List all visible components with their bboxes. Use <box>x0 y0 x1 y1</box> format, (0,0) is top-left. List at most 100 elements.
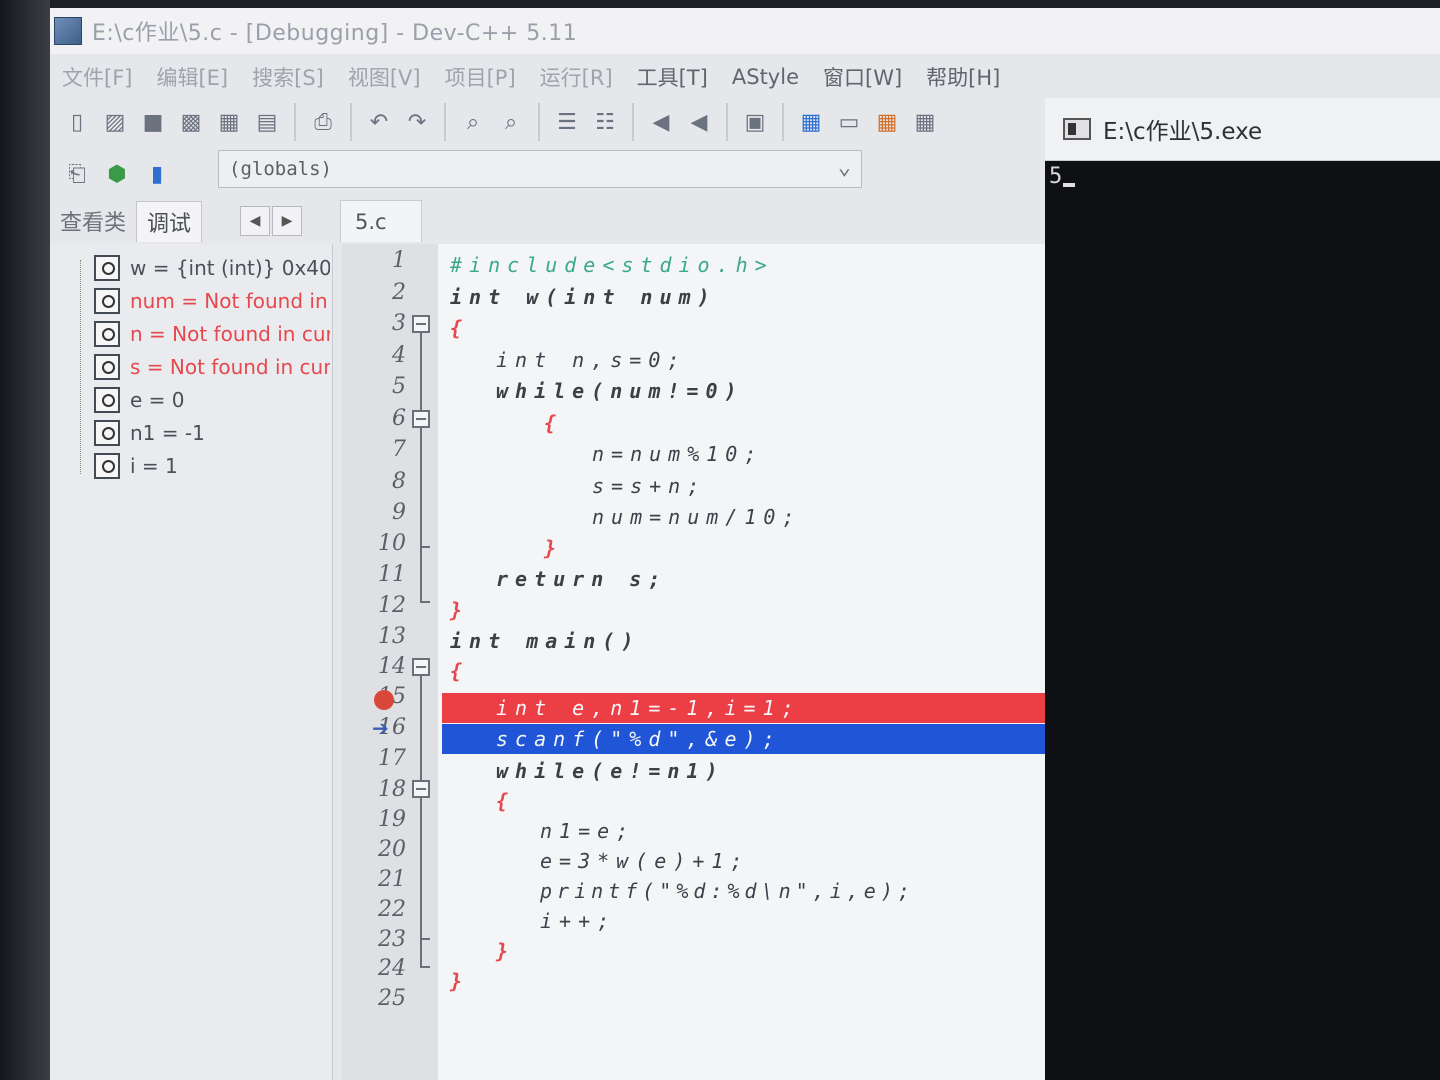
line-number: 20 <box>378 837 406 862</box>
console-app-icon <box>1063 118 1091 140</box>
indent-icon[interactable]: ☰ <box>550 105 584 139</box>
line-number: 13 <box>378 624 406 649</box>
text-cursor <box>1063 183 1076 187</box>
fold-toggle-icon[interactable] <box>412 658 430 676</box>
watch-variable-icon <box>94 255 120 281</box>
back-icon[interactable]: ◀ <box>644 105 678 139</box>
line-number: 3 <box>392 311 406 336</box>
code-line: int n,s=0; <box>496 348 687 372</box>
compile-icon[interactable]: ▦ <box>794 105 828 139</box>
watch-item[interactable]: e = 0 <box>94 384 330 416</box>
scope-dropdown[interactable]: (globals) ⌄ <box>218 150 862 188</box>
new-project-icon[interactable]: ⎗ <box>60 157 94 191</box>
line-number: 5 <box>392 374 406 399</box>
insert-icon[interactable]: ⬢ <box>100 157 134 191</box>
menu-view[interactable]: 视图[V] <box>336 62 433 92</box>
tab-debug[interactable]: 调试 <box>136 200 203 242</box>
scope-value: (globals) <box>229 158 332 180</box>
menu-search[interactable]: 搜索[S] <box>240 62 336 92</box>
code-line: while(e!=n1) <box>496 759 725 783</box>
chevron-left-icon[interactable]: ◀ <box>240 206 271 236</box>
code-line: while(num!=0) <box>496 379 744 403</box>
tab-scroll-arrows: ◀ ▶ <box>240 206 303 236</box>
toggle-icon[interactable]: ▮ <box>140 157 174 191</box>
line-number: 19 <box>378 807 406 832</box>
open-file-icon[interactable]: ▨ <box>98 105 132 139</box>
menu-tools[interactable]: 工具[T] <box>625 62 720 92</box>
menu-help[interactable]: 帮助[H] <box>914 62 1012 92</box>
toolbar-separator <box>350 103 352 141</box>
redo-icon[interactable]: ↷ <box>400 105 434 139</box>
code-line: n1=e; <box>540 819 636 843</box>
watch-item[interactable]: n1 = -1 <box>94 417 330 449</box>
toolbar-separator <box>632 103 634 141</box>
menu-file[interactable]: 文件[F] <box>50 62 144 92</box>
fold-toggle-icon[interactable] <box>412 780 430 798</box>
watch-item[interactable]: i = 1 <box>94 450 330 482</box>
watch-item[interactable]: w = {int (int)} 0x4015 <box>94 252 330 284</box>
fold-guide <box>420 676 422 966</box>
line-number: 6 <box>392 406 406 431</box>
fold-toggle-icon[interactable] <box>412 315 430 333</box>
code-line: { <box>496 789 516 813</box>
close-all-icon[interactable]: ▤ <box>250 105 284 139</box>
watch-variable-icon <box>94 288 120 314</box>
menu-run[interactable]: 运行[R] <box>528 62 625 92</box>
toolbar-separator <box>444 103 446 141</box>
code-line: printf("%d:%d\n",i,e); <box>540 879 915 903</box>
compile-run-icon[interactable]: ▦ <box>870 105 904 139</box>
line-number: 10 <box>378 531 406 556</box>
watch-item[interactable]: num = Not found in cur <box>94 285 330 317</box>
tab-classes[interactable]: 查看类 <box>50 201 136 241</box>
code-line: num=num/10; <box>592 505 802 529</box>
breakpoint-icon[interactable] <box>374 690 394 710</box>
menu-project[interactable]: 项目[P] <box>433 62 528 92</box>
editor-tab-bar: 5.c <box>338 200 1098 242</box>
watch-variable-icon <box>94 453 120 479</box>
window-title: E:\c作业\5.c - [Debugging] - Dev-C++ 5.11 <box>92 21 578 46</box>
file-tab[interactable]: 5.c <box>340 200 422 242</box>
watch-variable-icon <box>94 420 120 446</box>
line-number: 18 <box>378 777 406 802</box>
close-file-icon[interactable]: ▦ <box>212 105 246 139</box>
code-line: int main() <box>450 629 641 653</box>
line-number: 22 <box>378 897 406 922</box>
replace-icon[interactable]: ⌕ <box>494 105 528 139</box>
find-icon[interactable]: ⌕ <box>456 105 490 139</box>
watch-item[interactable]: n = Not found in cur <box>94 318 330 350</box>
console-window[interactable]: E:\c作业\5.exe 5 <box>1045 98 1440 1080</box>
code-line: e=3*w(e)+1; <box>540 849 750 873</box>
monitor-bezel-left <box>0 0 50 1080</box>
main-toolbar: ▯ ▨ ■ ▩ ▦ ▤ ⎙ ↶ ↷ ⌕ ⌕ ☰ ☷ ◀ ◀ ▣ ▦ ▭ ▦ ▦ <box>60 96 1100 148</box>
watch-item[interactable]: s = Not found in curr <box>94 351 330 383</box>
menu-bar: 文件[F] 编辑[E] 搜索[S] 视图[V] 项目[P] 运行[R] 工具[T… <box>50 56 1440 98</box>
toolbar-separator <box>782 103 784 141</box>
code-line: { <box>450 316 470 340</box>
code-line: } <box>496 939 516 963</box>
code-line: s=s+n; <box>592 474 707 498</box>
code-line: { <box>450 659 470 683</box>
forward-icon[interactable]: ◀ <box>682 105 716 139</box>
watch-text: num = Not found in cur <box>130 289 330 313</box>
bookmark-icon[interactable]: ▣ <box>738 105 772 139</box>
chevron-down-icon[interactable]: ⌄ <box>838 155 851 180</box>
app-icon <box>54 17 82 45</box>
chevron-right-icon[interactable]: ▶ <box>272 206 303 236</box>
unindent-icon[interactable]: ☷ <box>588 105 622 139</box>
undo-icon[interactable]: ↶ <box>362 105 396 139</box>
fold-guide <box>420 938 430 940</box>
line-number: 8 <box>392 469 406 494</box>
save-icon[interactable]: ■ <box>136 105 170 139</box>
menu-astyle[interactable]: AStyle <box>720 65 811 89</box>
save-all-icon[interactable]: ▩ <box>174 105 208 139</box>
code-line: n=num%10; <box>592 442 764 466</box>
toolbar-separator <box>726 103 728 141</box>
rebuild-icon[interactable]: ▦ <box>908 105 942 139</box>
print-icon[interactable]: ⎙ <box>306 105 340 139</box>
new-file-icon[interactable]: ▯ <box>60 105 94 139</box>
menu-edit[interactable]: 编辑[E] <box>144 62 240 92</box>
fold-toggle-icon[interactable] <box>412 410 430 428</box>
run-icon[interactable]: ▭ <box>832 105 866 139</box>
menu-window[interactable]: 窗口[W] <box>811 62 914 92</box>
line-number: 12 <box>378 593 406 618</box>
